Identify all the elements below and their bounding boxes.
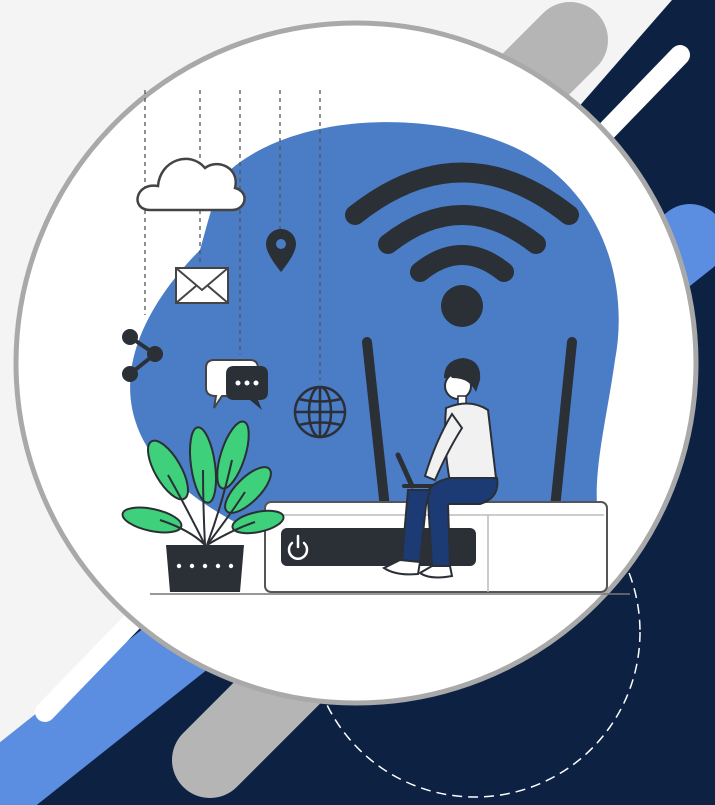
illustration-canvas — [0, 0, 715, 805]
globe-icon — [293, 385, 347, 439]
plant-pot — [166, 545, 244, 592]
wifi-dot — [441, 285, 483, 327]
envelope-icon — [175, 267, 229, 304]
location-pin-dot — [276, 239, 286, 249]
